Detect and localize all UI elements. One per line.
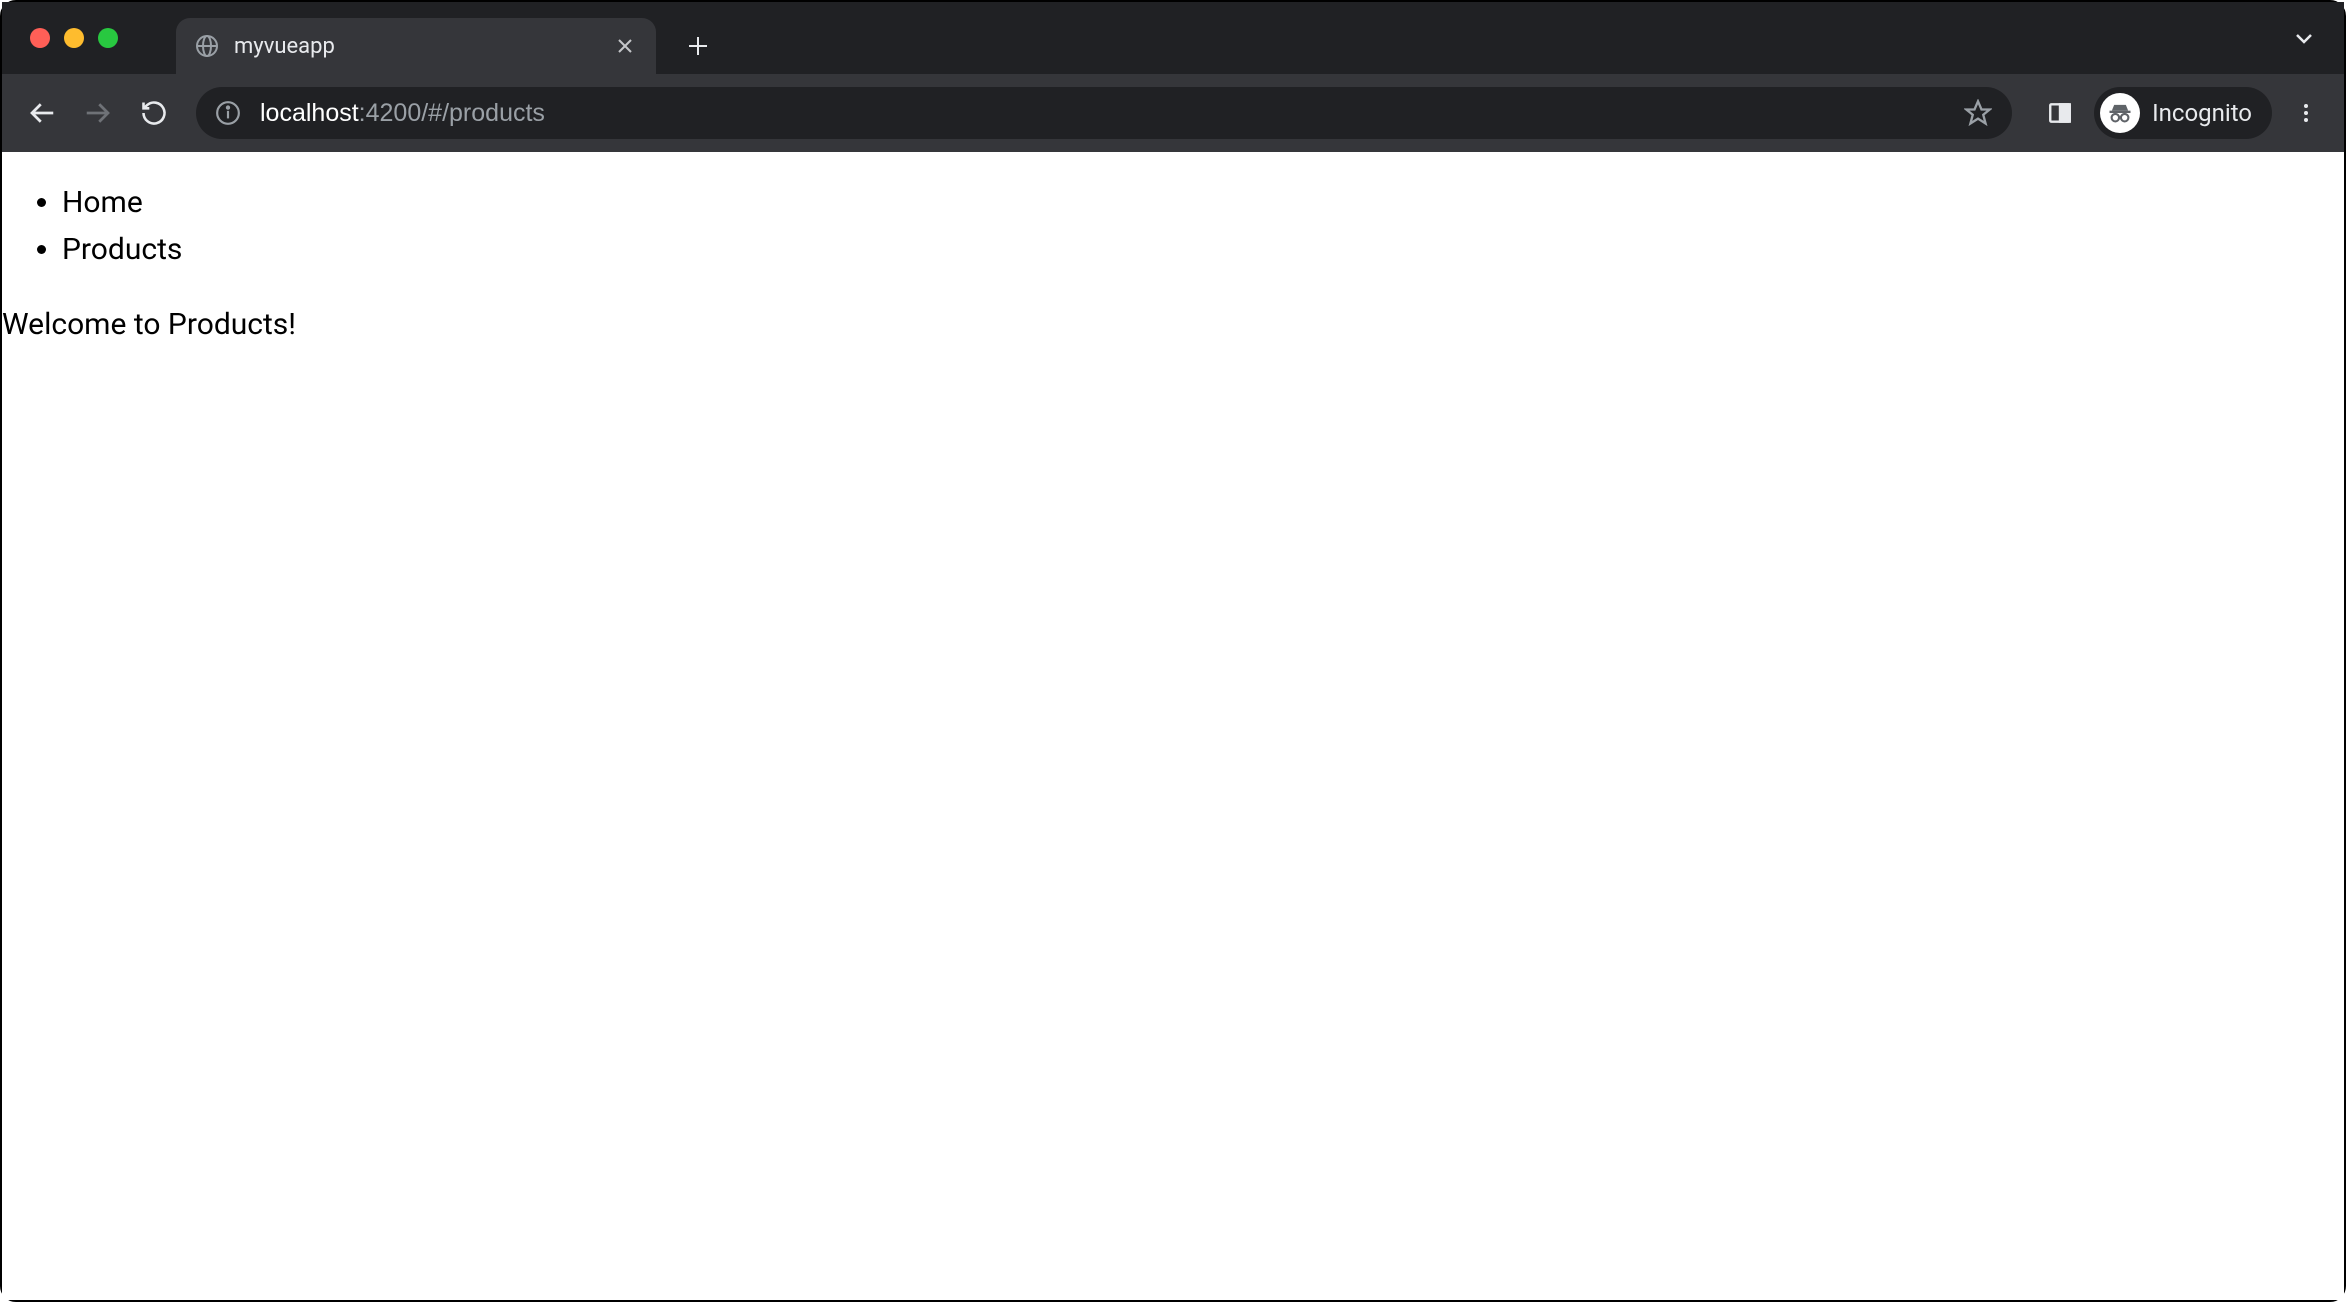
menu-button[interactable]: [2284, 91, 2328, 135]
tabs-dropdown-button[interactable]: [2286, 20, 2322, 56]
bookmark-star-icon[interactable]: [1962, 97, 1994, 129]
tab-title: myvueapp: [234, 34, 612, 59]
maximize-window-button[interactable]: [98, 28, 118, 48]
tab-bar: myvueapp: [2, 2, 2344, 74]
forward-button[interactable]: [74, 89, 122, 137]
address-bar[interactable]: localhost:4200/#/products: [196, 87, 2012, 139]
incognito-indicator[interactable]: Incognito: [2094, 87, 2272, 139]
reload-button[interactable]: [130, 89, 178, 137]
panel-icon[interactable]: [2038, 91, 2082, 135]
url-text: localhost:4200/#/products: [260, 99, 1962, 128]
incognito-icon: [2100, 93, 2140, 133]
globe-icon: [194, 33, 220, 59]
nav-list: Home Products: [2, 180, 2344, 272]
close-tab-button[interactable]: [612, 33, 638, 59]
close-window-button[interactable]: [30, 28, 50, 48]
url-host: localhost: [260, 99, 359, 127]
nav-link-home[interactable]: Home: [62, 180, 2344, 225]
page-content: Home Products Welcome to Products!: [2, 152, 2344, 1300]
toolbar-right: Incognito: [2030, 87, 2328, 139]
new-tab-button[interactable]: [676, 24, 720, 68]
url-path: :4200/#/products: [359, 99, 545, 127]
browser-toolbar: localhost:4200/#/products: [2, 74, 2344, 152]
nav-link-products[interactable]: Products: [62, 227, 2344, 272]
welcome-text: Welcome to Products!: [2, 302, 2344, 347]
back-button[interactable]: [18, 89, 66, 137]
minimize-window-button[interactable]: [64, 28, 84, 48]
incognito-label: Incognito: [2152, 99, 2252, 127]
tabs-row: myvueapp: [176, 2, 720, 74]
window-controls: [30, 28, 118, 48]
browser-tab[interactable]: myvueapp: [176, 18, 656, 74]
site-info-icon[interactable]: [214, 99, 242, 127]
browser-window: myvueapp: [2, 2, 2344, 1300]
